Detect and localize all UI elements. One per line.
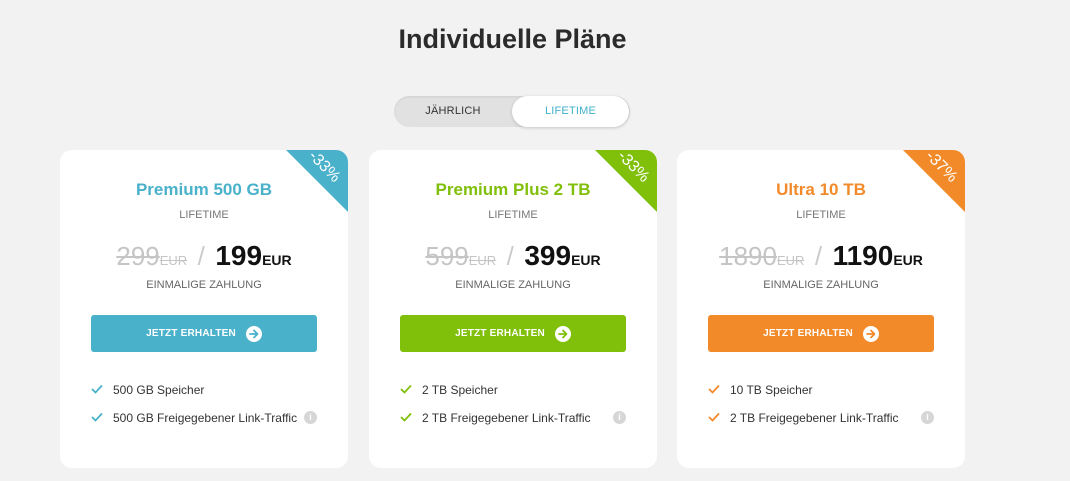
check-icon bbox=[91, 384, 103, 394]
feature-list: 500 GB Speicher 500 GB Freigegebener Lin… bbox=[91, 382, 331, 438]
old-price-currency: EUR bbox=[776, 253, 805, 268]
payment-note: EINMALIGE ZAHLUNG bbox=[146, 279, 262, 291]
check-icon bbox=[400, 412, 412, 422]
payment-note: EINMALIGE ZAHLUNG bbox=[763, 279, 879, 291]
pricing-page: Individuelle Pläne JÄHRLICH LIFETIME -33… bbox=[0, 0, 1070, 481]
page-title: Individuelle Pläne bbox=[398, 24, 627, 54]
info-icon[interactable]: i bbox=[304, 411, 317, 424]
plan-name: Premium 500 GB bbox=[135, 180, 273, 199]
plan-name: Premium Plus 2 TB bbox=[435, 180, 591, 199]
old-price-currency: EUR bbox=[159, 253, 188, 268]
check-icon bbox=[91, 412, 103, 422]
price-separator: / bbox=[814, 241, 823, 271]
new-price-currency: EUR bbox=[571, 252, 601, 268]
toggle-yearly[interactable]: JÄHRLICH bbox=[394, 96, 512, 127]
payment-note: EINMALIGE ZAHLUNG bbox=[455, 279, 571, 291]
old-price: 1890 bbox=[719, 241, 777, 271]
price-separator: / bbox=[506, 241, 514, 271]
new-price-currency: EUR bbox=[893, 252, 923, 268]
billing-toggle: JÄHRLICH LIFETIME bbox=[394, 96, 630, 127]
feature-label: 2 TB Speicher bbox=[422, 383, 498, 397]
plan-period: LIFETIME bbox=[796, 209, 846, 221]
feature-list: 2 TB Speicher 2 TB Freigegebener Link-Tr… bbox=[400, 382, 640, 438]
feature-item: 2 TB Freigegebener Link-Traffic i bbox=[400, 410, 640, 438]
feature-label: 10 TB Speicher bbox=[730, 383, 813, 397]
new-price: 1190 bbox=[832, 240, 894, 271]
arrow-right-circle-icon bbox=[862, 325, 879, 342]
info-icon[interactable]: i bbox=[613, 411, 626, 424]
check-icon bbox=[708, 384, 720, 394]
arrow-right-circle-icon bbox=[554, 325, 571, 342]
get-plan-button[interactable]: JETZT ERHALTEN bbox=[708, 315, 934, 352]
feature-label: 2 TB Freigegebener Link-Traffic bbox=[422, 411, 591, 425]
check-icon bbox=[400, 384, 412, 394]
feature-label: 2 TB Freigegebener Link-Traffic bbox=[730, 411, 899, 425]
old-price: 299 bbox=[116, 241, 160, 271]
feature-item: 500 GB Speicher bbox=[91, 382, 331, 410]
old-price: 599 bbox=[425, 241, 469, 271]
get-plan-button-label: JETZT ERHALTEN bbox=[763, 328, 853, 339]
feature-item: 2 TB Freigegebener Link-Traffic i bbox=[708, 410, 948, 438]
feature-item: 500 GB Freigegebener Link-Traffic i bbox=[91, 410, 331, 438]
plan-name: Ultra 10 TB bbox=[776, 180, 866, 199]
check-icon bbox=[708, 412, 720, 422]
new-price: 199 bbox=[215, 240, 263, 271]
feature-label: 500 GB Speicher bbox=[113, 383, 205, 397]
toggle-lifetime[interactable]: LIFETIME bbox=[512, 96, 629, 127]
get-plan-button[interactable]: JETZT ERHALTEN bbox=[400, 315, 626, 352]
arrow-right-circle-icon bbox=[245, 325, 262, 342]
plan-period: LIFETIME bbox=[488, 209, 538, 221]
feature-item: 2 TB Speicher bbox=[400, 382, 640, 410]
price-row: 299EUR / 199EUR bbox=[60, 240, 348, 272]
new-price-currency: EUR bbox=[262, 252, 292, 268]
price-separator: / bbox=[197, 241, 205, 271]
price-row: 599EUR / 399EUR bbox=[369, 240, 657, 272]
new-price: 399 bbox=[524, 240, 572, 271]
get-plan-button[interactable]: JETZT ERHALTEN bbox=[91, 315, 317, 352]
get-plan-button-label: JETZT ERHALTEN bbox=[455, 328, 545, 339]
plan-period: LIFETIME bbox=[179, 209, 229, 221]
old-price-currency: EUR bbox=[468, 253, 497, 268]
feature-list: 10 TB Speicher 2 TB Freigegebener Link-T… bbox=[708, 382, 948, 438]
info-icon[interactable]: i bbox=[921, 411, 934, 424]
feature-label: 500 GB Freigegebener Link-Traffic bbox=[113, 411, 298, 425]
plan-card-premium-plus-2tb: -33% Premium Plus 2 TB LIFETIME 599EUR /… bbox=[369, 150, 657, 468]
get-plan-button-label: JETZT ERHALTEN bbox=[146, 328, 236, 339]
plan-card-ultra-10tb: -37% Ultra 10 TB LIFETIME 1890EUR / 1190… bbox=[677, 150, 965, 468]
plan-card-premium-500gb: -33% Premium 500 GB LIFETIME 299EUR / 19… bbox=[60, 150, 348, 468]
feature-item: 10 TB Speicher bbox=[708, 382, 948, 410]
price-row: 1890EUR / 1190EUR bbox=[677, 240, 965, 272]
